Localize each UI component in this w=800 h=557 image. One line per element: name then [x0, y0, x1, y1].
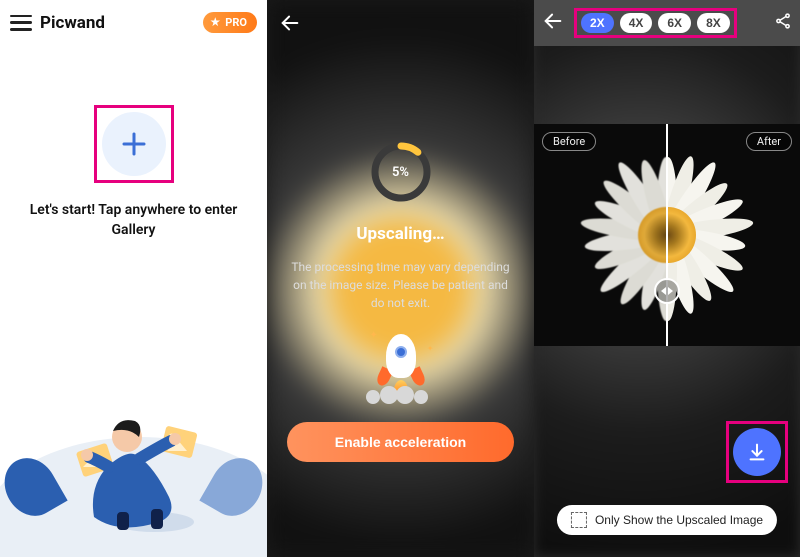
zoom-option-2x[interactable]: 2X	[581, 13, 614, 33]
zoom-options-highlight: 2X 4X 6X 8X	[574, 8, 737, 38]
plus-icon	[119, 129, 149, 159]
download-icon	[746, 441, 768, 463]
result-header: 2X 4X 6X 8X	[534, 0, 800, 46]
add-button[interactable]	[102, 112, 166, 176]
app-title: Picwand	[40, 13, 203, 33]
start-area[interactable]: Let's start! Tap anywhere to enter Galle…	[0, 105, 267, 240]
back-button[interactable]	[279, 12, 522, 38]
progress-ring: 5%	[369, 140, 433, 204]
zoom-option-4x[interactable]: 4X	[620, 13, 653, 33]
home-header: Picwand PRO	[0, 0, 267, 45]
enable-acceleration-button[interactable]: Enable acceleration	[287, 422, 514, 462]
back-button[interactable]	[542, 10, 564, 36]
upscaling-subtitle: The processing time may vary depending o…	[287, 258, 514, 312]
only-upscaled-toggle[interactable]: Only Show the Upscaled Image	[557, 505, 777, 535]
crop-icon	[571, 512, 587, 528]
flower-image-after	[668, 135, 768, 335]
before-panel: Before	[534, 124, 668, 346]
arrow-left-icon	[542, 10, 564, 32]
upscaling-title: Upscaling…	[287, 224, 514, 244]
add-button-highlight	[94, 105, 174, 183]
upscaling-header	[267, 0, 534, 50]
home-screen: Picwand PRO Let's start! Tap anywhere to…	[0, 0, 267, 557]
rocket-icon: ✦ ✦	[376, 334, 426, 404]
progress-percent: 5%	[369, 140, 433, 204]
zoom-option-6x[interactable]: 6X	[658, 13, 691, 33]
flower-image-before	[566, 135, 668, 335]
after-panel: After	[668, 124, 800, 346]
only-upscaled-label: Only Show the Upscaled Image	[595, 513, 763, 527]
home-illustration	[0, 347, 267, 557]
share-icon	[774, 12, 792, 30]
download-button[interactable]	[733, 428, 781, 476]
menu-icon[interactable]	[10, 15, 32, 31]
zoom-option-8x[interactable]: 8X	[697, 13, 730, 33]
pro-badge[interactable]: PRO	[203, 12, 257, 33]
compare-slider-handle[interactable]	[654, 278, 680, 304]
download-button-highlight	[726, 421, 788, 483]
result-screen: 2X 4X 6X 8X Before After	[534, 0, 800, 557]
arrow-left-icon	[279, 12, 301, 34]
upscaling-screen: 5% Upscaling… The processing time may va…	[267, 0, 534, 557]
share-button[interactable]	[774, 12, 792, 34]
before-after-compare[interactable]: Before After	[534, 124, 800, 346]
start-text: Let's start! Tap anywhere to enter Galle…	[0, 201, 267, 240]
